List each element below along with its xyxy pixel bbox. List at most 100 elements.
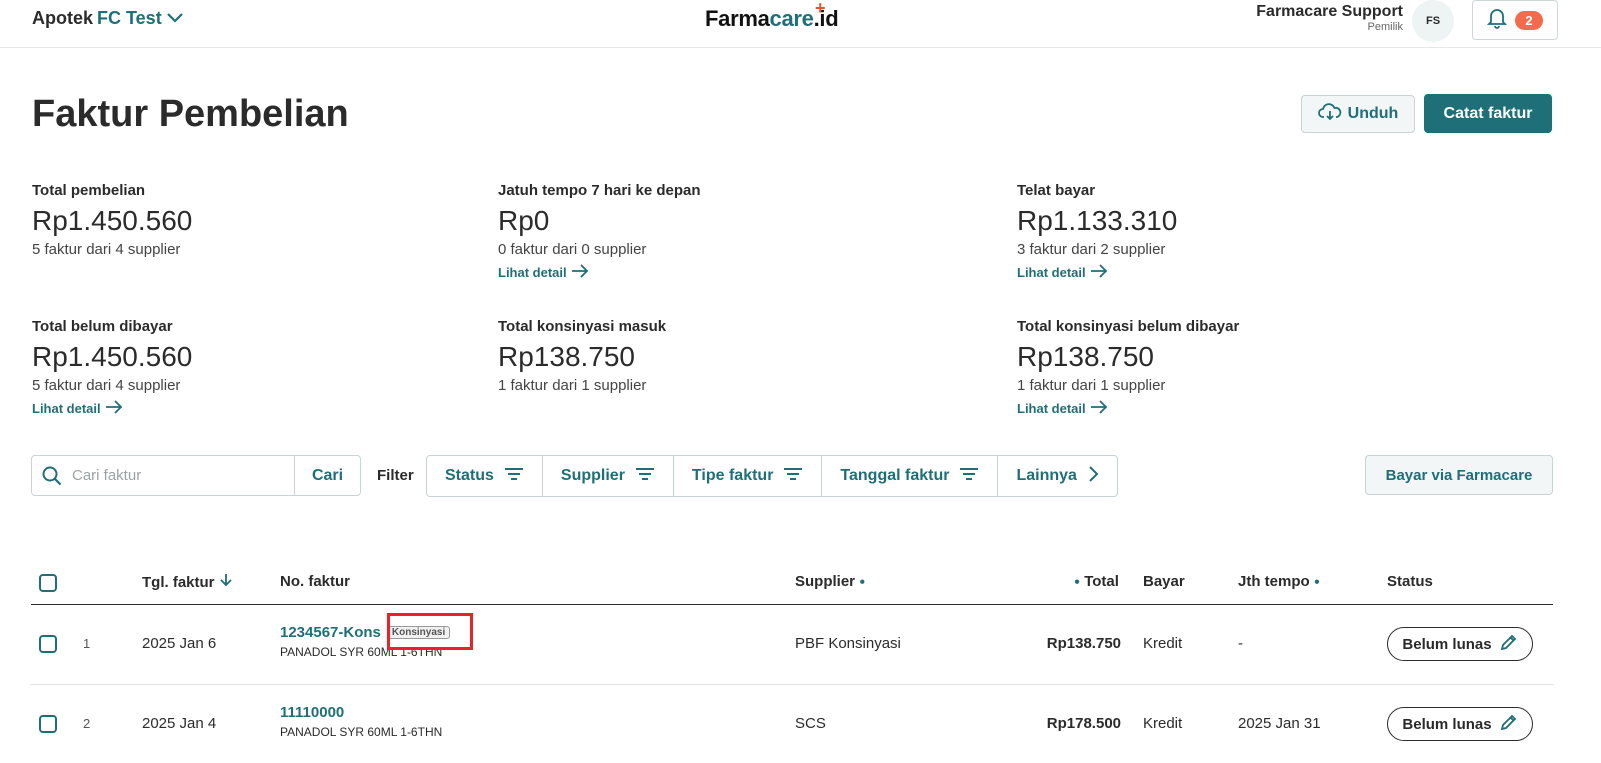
chevron-right-icon	[1087, 465, 1099, 488]
row-supplier: SCS	[795, 715, 826, 732]
stat-label: Total belum dibayar	[32, 318, 173, 335]
notification-count-badge: 2	[1515, 10, 1543, 30]
filter-icon	[504, 467, 524, 486]
pencil-icon	[1500, 633, 1518, 655]
row-total: Rp178.500	[1046, 715, 1121, 732]
select-all-checkbox[interactable]	[39, 574, 57, 592]
filter-more[interactable]: Lainnya	[998, 456, 1116, 496]
column-number: No. faktur	[280, 573, 351, 590]
stat-consignment-unpaid: Total konsinyasi belum dibayar Rp138.750…	[1017, 318, 1239, 417]
arrow-right-icon	[571, 264, 589, 281]
stat-sub: 5 faktur dari 4 supplier	[32, 377, 181, 394]
column-due[interactable]: Jth tempo ●	[1238, 573, 1320, 590]
stat-value: Rp138.750	[498, 341, 636, 372]
see-detail-link[interactable]: Lihat detail	[32, 400, 192, 417]
status-button[interactable]: Belum lunas	[1387, 707, 1533, 741]
stat-sub: 1 faktur dari 1 supplier	[1017, 377, 1166, 394]
stat-value: Rp0	[498, 205, 550, 236]
see-detail-label: Lihat detail	[498, 265, 567, 280]
download-label: Unduh	[1347, 105, 1399, 122]
row-invoice: 11110000 PANADOL SYR 60ML 1-6THN	[280, 704, 442, 739]
invoice-number-link[interactable]: 1234567-Kons	[280, 624, 381, 641]
row-due: -	[1238, 635, 1243, 652]
download-button[interactable]: Unduh	[1301, 95, 1415, 133]
pay-via-farmacare-button[interactable]: Bayar via Farmacare	[1365, 455, 1553, 495]
search-button[interactable]: Cari	[294, 456, 360, 495]
see-detail-link[interactable]: Lihat detail	[1017, 264, 1177, 281]
row-payment: Kredit	[1143, 635, 1183, 652]
plus-icon: +	[815, 0, 826, 18]
search-box: Cari faktur Cari	[31, 455, 361, 496]
filter-more-label: Lainnya	[1016, 467, 1077, 484]
stat-sub: 0 faktur dari 0 supplier	[498, 241, 647, 258]
arrow-right-icon	[1090, 400, 1108, 417]
sort-dot-icon: ●	[1313, 576, 1320, 588]
avatar[interactable]: FS	[1412, 0, 1454, 42]
row-checkbox[interactable]	[39, 715, 57, 733]
filter-supplier-label: Supplier	[560, 467, 625, 484]
stat-value: Rp138.750	[1017, 341, 1155, 372]
chevron-down-icon	[166, 8, 184, 29]
column-payment: Bayar	[1143, 573, 1185, 590]
stat-label: Total konsinyasi belum dibayar	[1017, 318, 1240, 335]
store-prefix: Apotek	[32, 8, 94, 28]
filter-invoice-type[interactable]: Tipe faktur	[674, 456, 823, 496]
stat-total-purchase: Total pembelian Rp1.450.560 5 faktur dar…	[32, 182, 192, 258]
search-icon	[32, 466, 72, 486]
row-index: 2	[83, 716, 91, 731]
stat-total-unpaid: Total belum dibayar Rp1.450.560 5 faktur…	[32, 318, 192, 417]
filter-invoice-date-label: Tanggal faktur	[840, 467, 950, 484]
store-selector[interactable]: Apotek FC Test	[32, 8, 184, 29]
search-input[interactable]: Cari faktur	[72, 467, 294, 484]
row-date: 2025 Jan 4	[142, 715, 217, 732]
column-date-label: Tgl. faktur	[142, 574, 215, 591]
status-button[interactable]: Belum lunas	[1387, 627, 1533, 661]
see-detail-link[interactable]: Lihat detail	[1017, 400, 1239, 417]
sort-dot-icon: ●	[859, 576, 866, 588]
stat-label: Jatuh tempo 7 hari ke depan	[498, 182, 701, 199]
status-label: Belum lunas	[1402, 715, 1492, 733]
column-supplier[interactable]: Supplier ●	[795, 573, 865, 590]
app-logo[interactable]: Farmacare.id +	[705, 0, 839, 32]
bell-icon	[1487, 7, 1508, 34]
see-detail-label: Lihat detail	[1017, 401, 1086, 416]
row-payment: Kredit	[1143, 715, 1183, 732]
stat-sub: 1 faktur dari 1 supplier	[498, 377, 647, 394]
filter-icon	[959, 467, 979, 486]
invoice-number-link[interactable]: 11110000	[280, 704, 344, 721]
filter-invoice-date[interactable]: Tanggal faktur	[822, 456, 999, 496]
filter-supplier[interactable]: Supplier	[543, 456, 674, 496]
column-supplier-label: Supplier	[795, 573, 856, 590]
table-row[interactable]: 1 2025 Jan 6 1234567-Kons Konsinyasi PANA…	[31, 605, 1553, 685]
highlight-box	[387, 613, 473, 650]
see-detail-label: Lihat detail	[32, 401, 101, 416]
stat-due-7-days: Jatuh tempo 7 hari ke depan Rp0 0 faktur…	[498, 182, 701, 281]
filter-status[interactable]: Status	[427, 456, 543, 496]
row-index: 1	[83, 636, 91, 651]
table-row[interactable]: 2 2025 Jan 4 11110000 PANADOL SYR 60ML 1…	[31, 685, 1553, 763]
row-due: 2025 Jan 31	[1238, 715, 1321, 732]
filter-invoice-type-label: Tipe faktur	[691, 467, 774, 484]
column-date[interactable]: Tgl. faktur	[142, 573, 233, 591]
invoice-item: PANADOL SYR 60ML 1-6THN	[280, 725, 443, 739]
cloud-download-icon	[1317, 102, 1342, 126]
filter-icon	[783, 467, 803, 486]
row-supplier: PBF Konsinyasi	[795, 635, 901, 652]
page-title: Faktur Pembelian	[32, 93, 349, 135]
row-date: 2025 Jan 6	[142, 635, 217, 652]
row-total: Rp138.750	[1046, 635, 1121, 652]
store-name: FC Test	[97, 8, 162, 28]
row-checkbox[interactable]	[39, 635, 57, 653]
see-detail-link[interactable]: Lihat detail	[498, 264, 701, 281]
column-total[interactable]: ● Total	[1074, 573, 1119, 590]
stat-value: Rp1.450.560	[32, 205, 193, 236]
record-invoice-button[interactable]: Catat faktur	[1424, 94, 1552, 133]
stat-label: Total pembelian	[32, 182, 146, 199]
user-name: Farmacare Support	[1256, 3, 1403, 20]
notification-button[interactable]: 2	[1472, 0, 1558, 40]
stat-consignment-in: Total konsinyasi masuk Rp138.750 1 faktu…	[498, 318, 666, 394]
sort-dot-icon: ●	[1074, 576, 1081, 588]
stat-label: Total konsinyasi masuk	[498, 318, 667, 335]
user-info[interactable]: Farmacare Support Pemilik	[1256, 3, 1403, 33]
filter-icon	[635, 467, 655, 486]
